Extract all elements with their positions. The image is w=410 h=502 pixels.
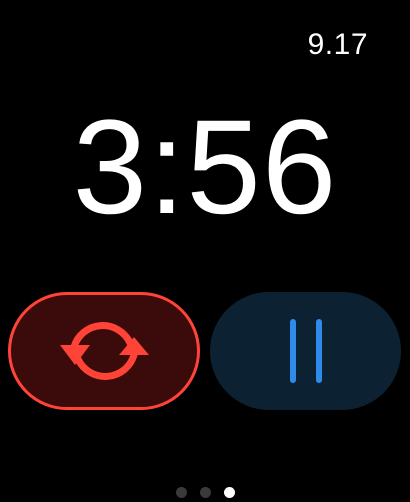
page-dot-active[interactable] [223, 487, 235, 498]
page-indicator [0, 487, 410, 498]
page-dot[interactable] [199, 487, 211, 498]
pause-icon [284, 315, 328, 387]
timer-screen: 9.17 3:56 [0, 0, 410, 502]
timer-display: 3:56 [72, 93, 338, 242]
reset-arrows-icon [52, 309, 156, 393]
reset-button[interactable] [8, 292, 200, 410]
clock-time: 9.17 [307, 28, 368, 61]
page-dot[interactable] [175, 487, 187, 498]
pause-button[interactable] [210, 292, 401, 410]
